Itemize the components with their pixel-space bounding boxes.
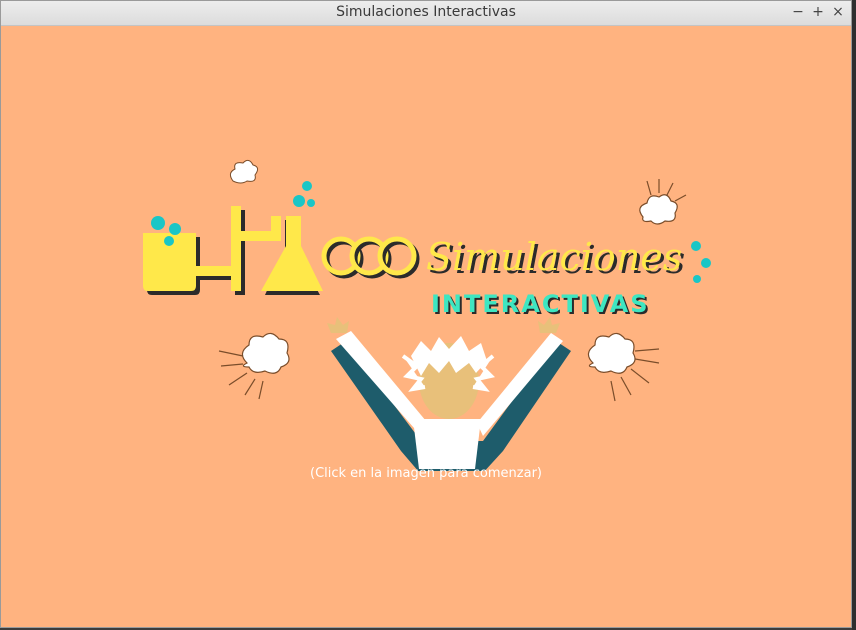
maximize-button[interactable]: + [811,3,825,21]
pipe-icon [196,159,281,295]
close-button[interactable]: × [831,3,845,21]
window-controls: − + × [791,3,845,21]
window-title: Simulaciones Interactivas [336,4,516,20]
logo-subtitle: INTERACTIVAS [431,290,650,318]
smoke-puff-icon-top-right [639,179,687,225]
start-instruction: (Click en la imagen para comenzar) [310,466,542,481]
splash-image[interactable]: Simulaciones Simulaciones INTERACTIVAS I… [131,151,731,471]
app-window: Simulaciones Interactivas − + × Simulaci… [0,0,852,628]
main-content: Simulaciones Simulaciones INTERACTIVAS I… [1,26,851,627]
smoke-puff-icon-right [587,332,660,402]
beaker-icon [143,216,200,295]
logo-title: Simulaciones [426,235,682,279]
scientist-illustration [327,317,571,471]
smoke-puff-icon-left [218,332,290,400]
bubbles-icon [691,241,711,283]
title-bar[interactable]: Simulaciones Interactivas − + × [1,1,851,26]
minimize-button[interactable]: − [791,3,805,21]
background-desktop-edge [852,0,856,630]
chain-rings-icon [321,236,420,279]
